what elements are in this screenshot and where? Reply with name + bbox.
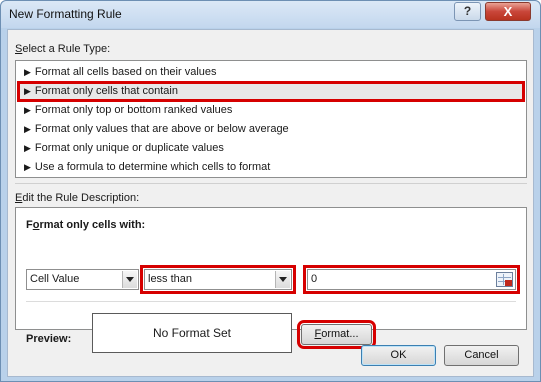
rule-type-label: Select a Rule Type: [15,43,111,55]
arrow-right-icon: ▶ [24,124,31,134]
cell-value-combo-value: Cell Value [30,273,80,285]
value-input-text: 0 [311,273,318,285]
cancel-button[interactable]: Cancel [444,345,519,366]
divider [15,183,527,184]
arrow-right-icon: ▶ [24,67,31,77]
value-input[interactable]: 0 [303,265,520,294]
help-button[interactable]: ? [454,2,481,21]
rule-type-item-selected[interactable]: ▶ Format only cells that contain [17,81,525,102]
range-select-icon[interactable] [496,272,513,287]
format-only-cells-heading: Format only cells with: [26,219,146,231]
ok-button[interactable]: OK [361,345,436,366]
rule-type-item[interactable]: ▶ Format all cells based on their values [18,63,524,82]
chevron-down-icon[interactable] [122,271,137,288]
format-button[interactable]: Format... [297,320,376,349]
title-bar[interactable]: New Formatting Rule ? X [1,1,540,28]
divider [26,301,516,302]
new-formatting-rule-dialog: New Formatting Rule ? X Select a Rule Ty… [0,0,541,382]
preview-box: No Format Set [92,313,292,353]
preview-label: Preview: [26,333,72,345]
chevron-down-icon[interactable] [275,271,290,288]
arrow-right-icon: ▶ [24,86,31,96]
close-button[interactable]: X [485,2,531,21]
arrow-right-icon: ▶ [24,143,31,153]
rule-type-item[interactable]: ▶ Format only unique or duplicate values [18,139,524,158]
rule-description-panel: Format only cells with: Cell Value less … [15,207,527,353]
rule-type-item[interactable]: ▶ Format only top or bottom ranked values [18,101,524,120]
rule-type-item[interactable]: ▶ Use a formula to determine which cells … [18,158,524,177]
operator-combo-value: less than [148,273,193,285]
arrow-right-icon: ▶ [24,105,31,115]
operator-combo[interactable]: less than [140,265,296,294]
rule-type-list[interactable]: ▶ Format all cells based on their values … [15,60,527,178]
window-title: New Formatting Rule [9,7,122,21]
rule-description-label: Edit the Rule Description: [15,192,140,204]
arrow-right-icon: ▶ [24,162,31,172]
rule-type-item[interactable]: ▶ Format only values that are above or be… [18,120,524,139]
dialog-body: Select a Rule Type: ▶ Format all cells ba… [7,29,534,377]
close-icon: X [503,4,513,19]
cell-value-combo[interactable]: Cell Value [26,269,139,290]
